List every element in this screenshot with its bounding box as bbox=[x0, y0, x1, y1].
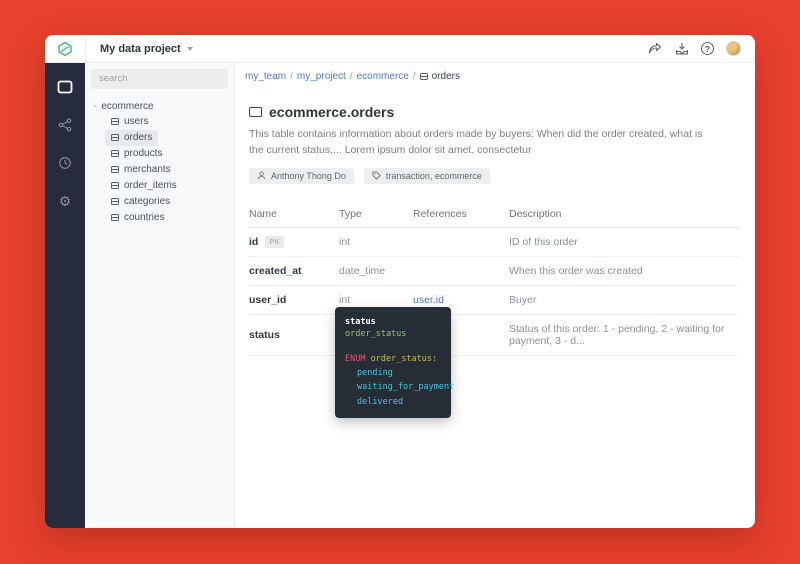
tree-item-countries[interactable]: countries bbox=[105, 210, 171, 226]
tag-icon bbox=[372, 171, 381, 180]
tooltip-column-type: order_status bbox=[345, 329, 406, 339]
column-name: id bbox=[249, 236, 258, 248]
share-icon[interactable] bbox=[647, 41, 662, 56]
breadcrumb-separator: / bbox=[413, 71, 416, 82]
history-icon[interactable] bbox=[57, 155, 73, 171]
topic-tag-label: transaction, ecommerce bbox=[386, 171, 482, 181]
tree-item-categories[interactable]: categories bbox=[105, 194, 176, 210]
tree-item-label: products bbox=[124, 148, 162, 159]
user-icon bbox=[257, 171, 266, 180]
enum-type-tooltip: status order_status ENUM order_status: p… bbox=[335, 307, 451, 418]
tags-row: Anthony Thong Do transaction, ecommerce bbox=[249, 168, 739, 184]
tree-root-label: ecommerce bbox=[101, 101, 153, 112]
export-icon[interactable] bbox=[674, 41, 689, 56]
breadcrumb-current: orders bbox=[420, 71, 460, 82]
tree-item-label: orders bbox=[124, 132, 152, 143]
column-name: created_at bbox=[249, 265, 302, 277]
column-description: When this order was created bbox=[509, 265, 739, 277]
column-type: date_time bbox=[339, 265, 413, 277]
table-icon bbox=[111, 214, 119, 221]
topbar-divider bbox=[85, 35, 86, 63]
column-description: Status of this order: 1 - pending, 2 - w… bbox=[509, 323, 739, 347]
tooltip-signature-line: status order_status bbox=[345, 316, 441, 341]
header-type: Type bbox=[339, 208, 413, 220]
column-description: ID of this order bbox=[509, 236, 739, 248]
tooltip-enum-value: waiting_for_payment bbox=[345, 381, 441, 393]
project-title[interactable]: My data project bbox=[100, 43, 181, 55]
tooltip-enum-value: delivered bbox=[345, 396, 441, 408]
columns-table-header: Name Type References Description bbox=[249, 204, 739, 228]
top-bar: My data project ? bbox=[45, 35, 755, 63]
tree-item-orders[interactable]: orders bbox=[105, 130, 158, 146]
tree-item-label: countries bbox=[124, 212, 165, 223]
tree-item-label: categories bbox=[124, 196, 170, 207]
tree-item-merchants[interactable]: merchants bbox=[105, 162, 177, 178]
owner-tag[interactable]: Anthony Thong Do bbox=[249, 168, 354, 184]
table-row-user-id[interactable]: user_id int user.id Buyer bbox=[249, 286, 739, 315]
column-name: user_id bbox=[249, 294, 286, 306]
pk-badge: PK bbox=[265, 236, 284, 248]
topbar-actions: ? bbox=[647, 41, 755, 56]
tree-item-products[interactable]: products bbox=[105, 146, 168, 162]
column-type: int bbox=[339, 236, 413, 248]
settings-icon[interactable]: ⚙ bbox=[57, 193, 73, 209]
schema-tree: - ecommerce users orders products bbox=[91, 99, 228, 226]
header-name: Name bbox=[249, 208, 339, 220]
topic-tag[interactable]: transaction, ecommerce bbox=[364, 168, 490, 184]
reference-link[interactable]: user.id bbox=[413, 294, 444, 306]
breadcrumb-separator: / bbox=[290, 71, 293, 82]
table-icon bbox=[249, 107, 262, 117]
breadcrumb: my_team / my_project / ecommerce / order… bbox=[235, 63, 755, 90]
tree-item-order-items[interactable]: order_items bbox=[105, 178, 183, 194]
nav-rail: ⚙ bbox=[45, 63, 85, 528]
breadcrumb-separator: / bbox=[350, 71, 353, 82]
breadcrumb-link-my-team[interactable]: my_team bbox=[245, 71, 286, 82]
table-row-status[interactable]: status order_status Status of this order… bbox=[249, 315, 739, 356]
column-type: int bbox=[339, 294, 413, 306]
tree-item-users[interactable]: users bbox=[105, 114, 154, 130]
breadcrumb-current-label: orders bbox=[432, 71, 460, 82]
tree-item-label: users bbox=[124, 116, 148, 127]
table-icon bbox=[111, 134, 119, 141]
tooltip-enum-line: ENUM order_status: bbox=[345, 346, 441, 365]
column-name: status bbox=[249, 329, 280, 341]
table-description: This table contains information about or… bbox=[249, 127, 711, 159]
logo-hexagon-icon bbox=[57, 41, 73, 57]
tree-item-label: merchants bbox=[124, 164, 171, 175]
app-logo[interactable] bbox=[45, 41, 85, 57]
help-icon[interactable]: ? bbox=[701, 42, 714, 55]
schema-tree-panel: - ecommerce users orders products bbox=[85, 63, 235, 528]
table-icon bbox=[111, 118, 119, 125]
collapse-indicator[interactable]: - bbox=[93, 101, 96, 112]
table-row-created-at[interactable]: created_at date_time When this order was… bbox=[249, 257, 739, 286]
page-title: ecommerce.orders bbox=[269, 104, 394, 120]
table-icon bbox=[111, 166, 119, 173]
breadcrumb-link-ecommerce[interactable]: ecommerce bbox=[357, 71, 409, 82]
breadcrumb-link-my-project[interactable]: my_project bbox=[297, 71, 346, 82]
app-window: My data project ? ⚙ bbox=[45, 35, 755, 528]
main-content: my_team / my_project / ecommerce / order… bbox=[235, 63, 755, 528]
share-graph-icon[interactable] bbox=[57, 117, 73, 133]
chevron-down-icon[interactable] bbox=[187, 47, 193, 51]
search-input[interactable] bbox=[91, 69, 228, 89]
tooltip-enum-value: pending bbox=[345, 367, 441, 379]
header-description: Description bbox=[509, 208, 739, 220]
owner-tag-label: Anthony Thong Do bbox=[271, 171, 346, 181]
table-row-id[interactable]: id PK int ID of this order bbox=[249, 228, 739, 257]
column-description: Buyer bbox=[509, 294, 739, 306]
tree-node-ecommerce[interactable]: - ecommerce bbox=[91, 99, 228, 114]
tooltip-enum-keyword: ENUM bbox=[345, 353, 365, 365]
table-icon bbox=[111, 198, 119, 205]
tables-icon[interactable] bbox=[57, 79, 73, 95]
table-icon bbox=[420, 73, 428, 80]
columns-table: Name Type References Description id PK in… bbox=[249, 204, 739, 356]
tooltip-enum-name: order_status: bbox=[371, 354, 438, 364]
table-icon bbox=[111, 150, 119, 157]
tooltip-column-name: status bbox=[345, 317, 376, 327]
table-icon bbox=[111, 182, 119, 189]
avatar[interactable] bbox=[726, 41, 741, 56]
tree-item-label: order_items bbox=[124, 180, 177, 191]
header-references: References bbox=[413, 208, 509, 220]
